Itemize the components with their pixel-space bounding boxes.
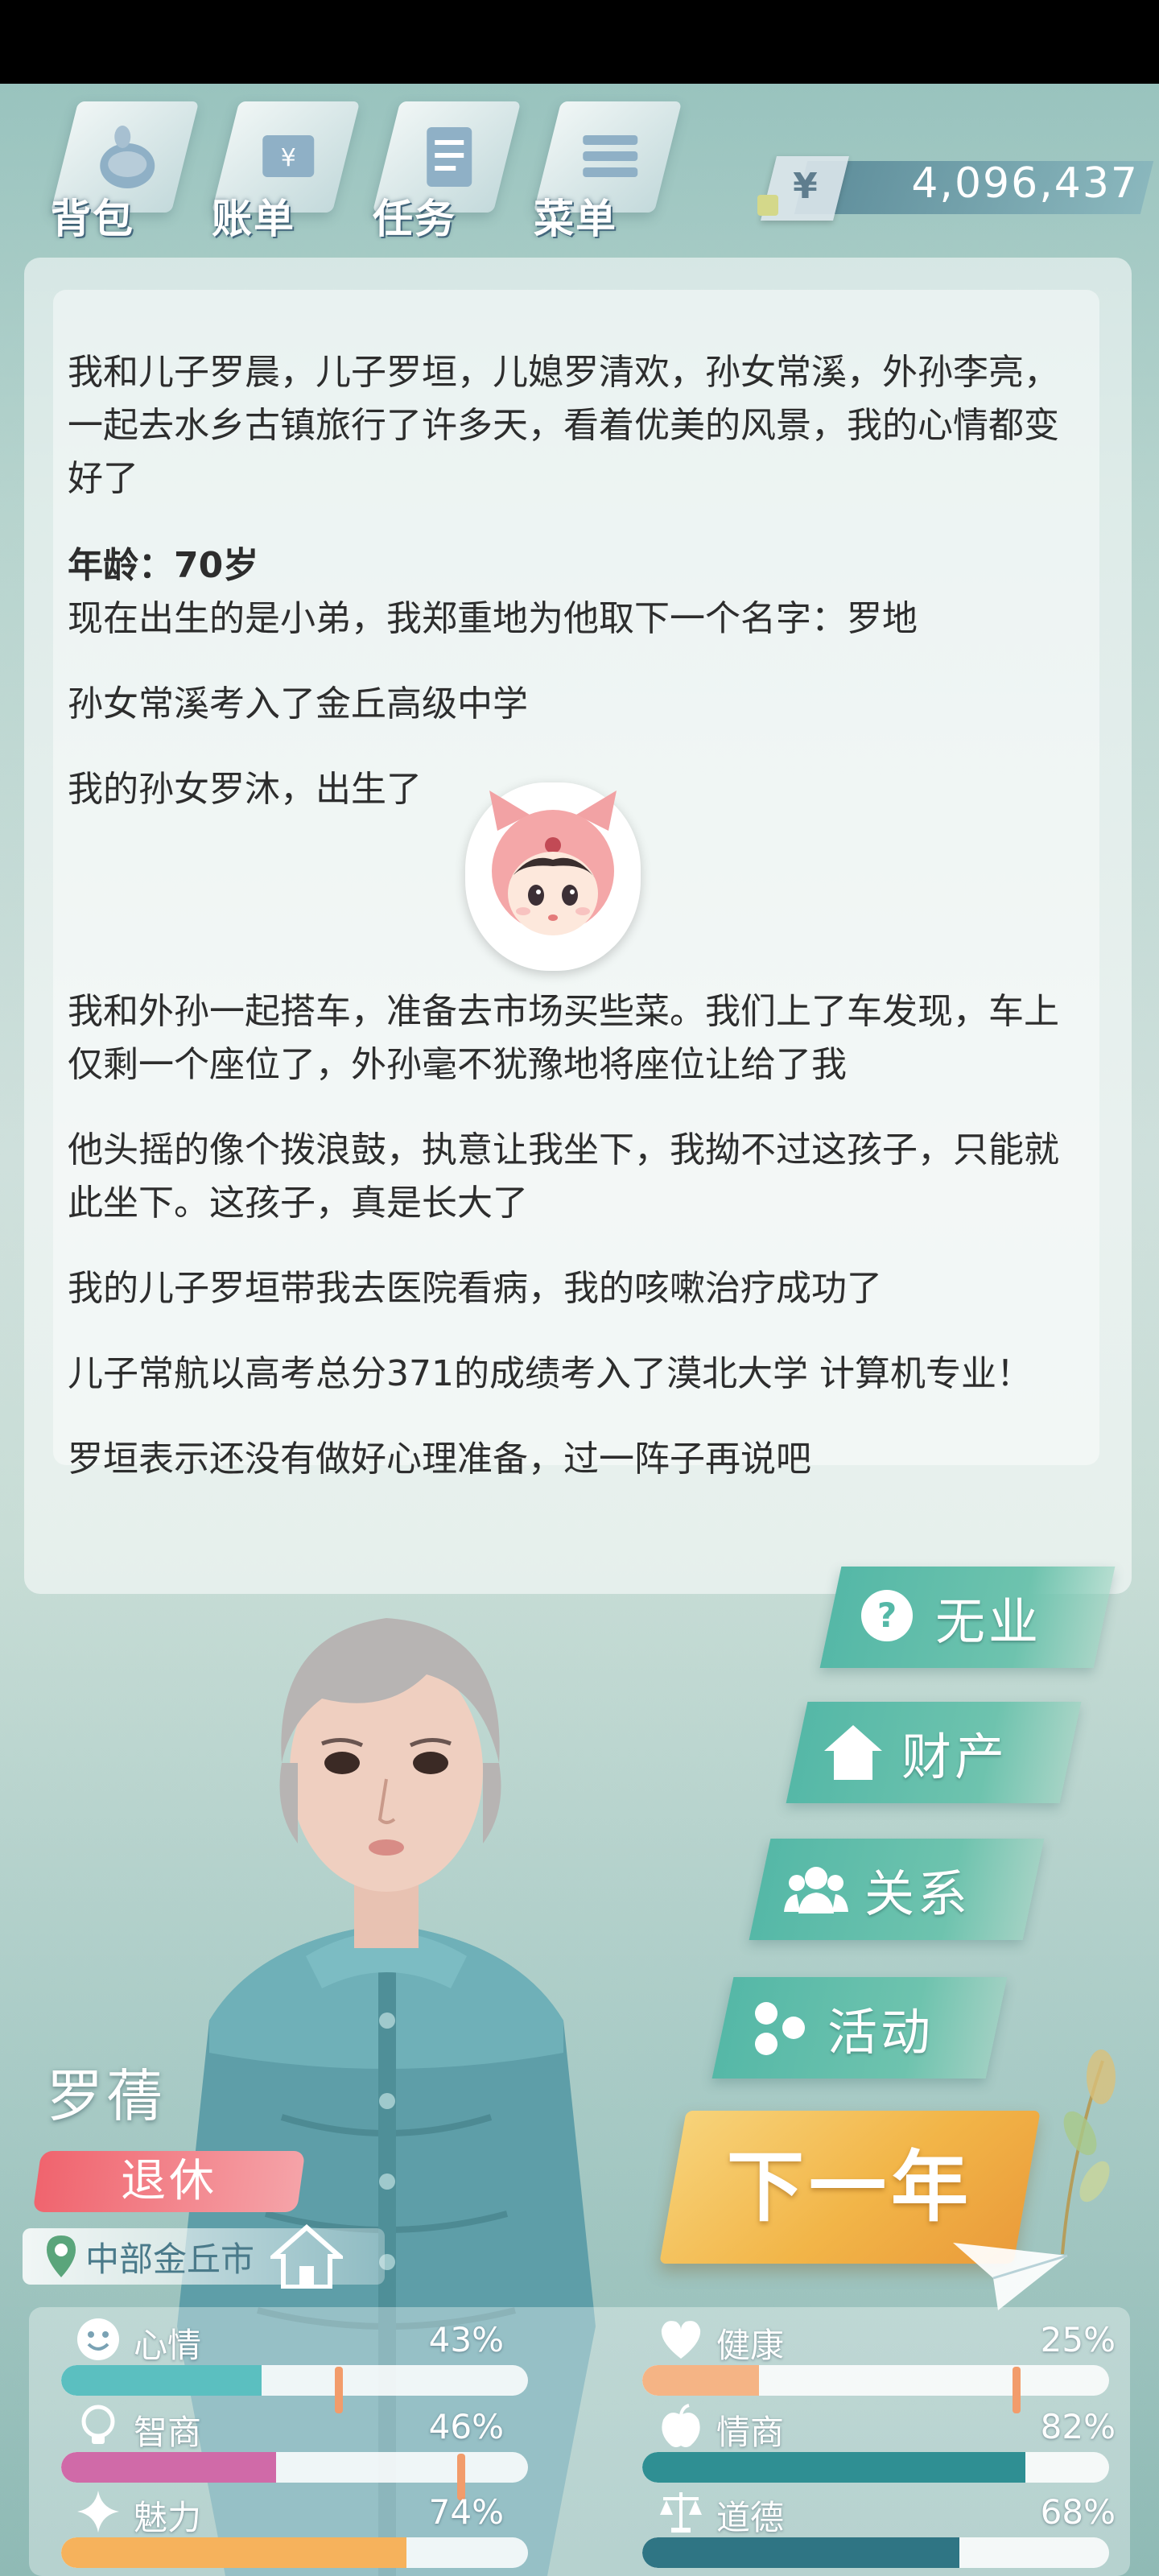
nav-backpack-label: 背包 — [51, 196, 134, 242]
nav-bill-button[interactable]: ¥ 账单 — [193, 84, 361, 253]
log-entry-intro: 我和儿子罗晨，儿子罗垣，儿媳罗清欢，孙女常溪，外孙李亮，一起去水乡古镇旅行了许多… — [68, 352, 1059, 499]
svg-text:¥: ¥ — [281, 144, 296, 172]
log-entry: 现在出生的是小弟，我郑重地为他取下一个名字：罗地 — [68, 598, 918, 639]
status-bar — [0, 0, 1159, 84]
age-label: 年龄：70岁 — [68, 545, 259, 586]
job-label: 无业 — [935, 1592, 1042, 1651]
stat-mood: 心情 43% — [29, 2318, 528, 2413]
scales-icon — [660, 2492, 702, 2533]
location-pin-icon — [47, 2235, 76, 2277]
nav-menu-button[interactable]: 菜单 — [515, 84, 683, 253]
log-entry: 我的儿子罗垣带我去医院看病，我的咳嗽治疗成功了 — [68, 1268, 882, 1309]
location-bar[interactable]: 中部金丘市 — [23, 2224, 385, 2289]
stat-eq: 情商 82% — [612, 2404, 1116, 2486]
currency-amount: 4,096,437 — [911, 159, 1139, 208]
leaf-decoration-icon — [1061, 2050, 1116, 2254]
log-entry: 我和外孙一起搭车，准备去市场买些菜。我们上了车发现，车上仅剩一个座位了，外孙毫不… — [68, 991, 1059, 1085]
relations-button[interactable]: 关系 — [749, 1839, 1045, 1940]
relations-label: 关系 — [864, 1864, 971, 1923]
stat-morality: 道德 68% — [612, 2491, 1116, 2571]
location-text: 中部金丘市 — [85, 2239, 255, 2279]
heart-icon — [661, 2321, 701, 2359]
lightbulb-icon — [81, 2405, 115, 2444]
nav-backpack-button[interactable]: 背包 — [32, 84, 200, 253]
job-button[interactable]: ? 无业 — [819, 1567, 1116, 1668]
smiley-icon — [77, 2318, 119, 2360]
activity-dots-icon — [755, 2002, 805, 2055]
retired-status-badge[interactable]: 退休 — [32, 2151, 306, 2212]
nav-bill-label: 账单 — [212, 196, 295, 242]
property-label: 财产 — [901, 1728, 1008, 1786]
sparkle-icon — [77, 2491, 119, 2533]
baby-avatar-sticker — [465, 782, 641, 971]
log-entry: 孙女常溪考入了金丘高级中学 — [68, 683, 528, 724]
stat-iq: 智商 46% — [29, 2405, 528, 2500]
log-entry: 罗垣表示还没有做好心理准备，过一阵子再说吧 — [68, 1439, 811, 1480]
question-icon: ? — [861, 1590, 913, 1641]
activities-button[interactable]: 活动 — [711, 1977, 1008, 2079]
apple-icon — [662, 2404, 700, 2447]
nav-tasks-button[interactable]: 任务 — [354, 84, 522, 253]
house-icon — [824, 1725, 882, 1780]
currency-display: ¥ 4,096,437 — [753, 156, 1155, 221]
character-name: 罗蒨 — [47, 2063, 166, 2129]
top-nav: 背包 ¥ 账单 任务 菜单 ¥ 4,096,437 — [0, 84, 1159, 253]
svg-text:?: ? — [877, 1596, 897, 1635]
activities-label: 活动 — [827, 2003, 934, 2062]
nav-menu-label: 菜单 — [534, 196, 617, 242]
home-icon[interactable] — [270, 2224, 344, 2289]
stat-health: 健康 25% — [612, 2318, 1116, 2413]
stat-charm: 魅力 74% — [29, 2491, 528, 2571]
log-entry: 儿子常航以高考总分371的成绩考入了漠北大学 计算机专业！ — [68, 1353, 1032, 1394]
log-entry: 他头摇的像个拨浪鼓，执意让我坐下，我拗不过这孩子，只能就此坐下。这孩子，真是长大… — [68, 1129, 1059, 1224]
people-icon — [784, 1867, 848, 1913]
property-button[interactable]: 财产 — [786, 1702, 1082, 1803]
nav-tasks-label: 任务 — [373, 196, 456, 242]
